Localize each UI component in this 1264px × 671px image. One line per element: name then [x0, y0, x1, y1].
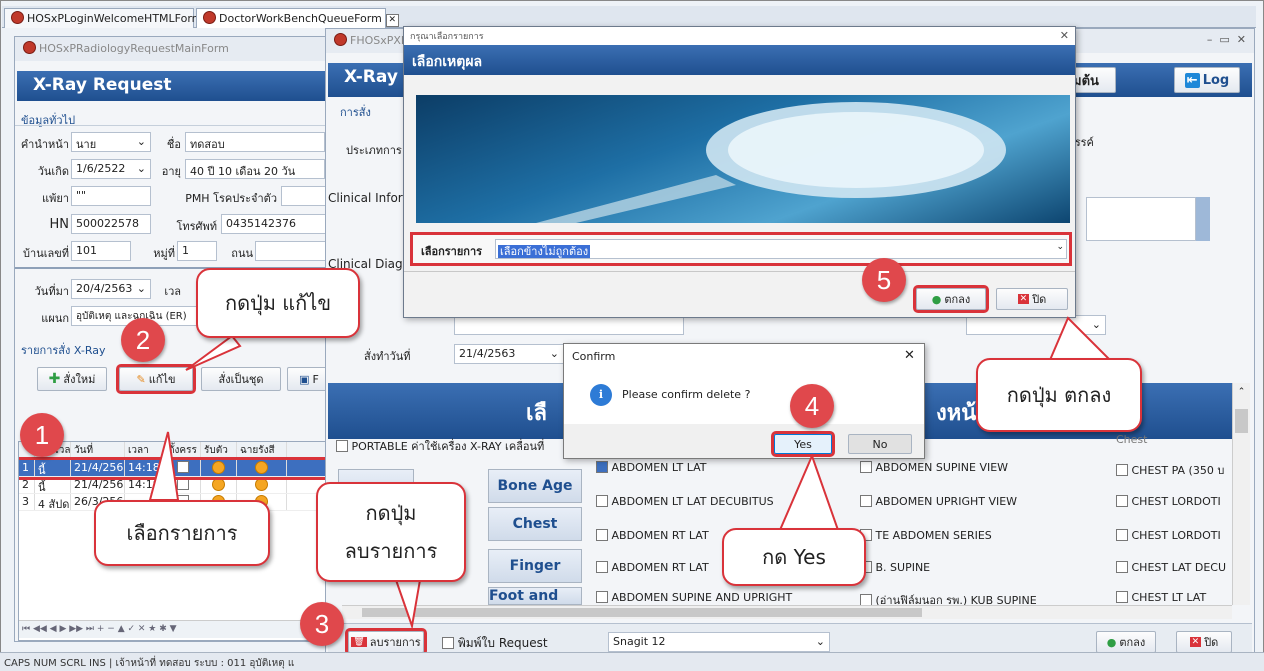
pointer-yes — [778, 453, 840, 531]
pointer-edit — [185, 334, 242, 371]
step-number-2: 2 — [121, 318, 165, 362]
callout-select-row: เลือกรายการ — [94, 500, 270, 566]
pointer-delete — [394, 579, 422, 630]
step-number-5: 5 — [862, 258, 906, 302]
callout-edit: กดปุ่ม แก้ไข — [196, 268, 360, 338]
pointer-ok — [1048, 316, 1113, 361]
callout-pointers — [148, 316, 1113, 630]
callout-delete: กดปุ่ม ลบรายการ — [316, 482, 466, 582]
status-bar: CAPS NUM SCRL INS | เจ้าหน้าที่ ทดสอบ ระ… — [0, 652, 1264, 671]
pointer-select-row — [148, 431, 180, 501]
step-number-1: 1 — [20, 413, 64, 457]
step-number-3: 3 — [300, 602, 344, 646]
callout-yes: กด Yes — [722, 528, 866, 586]
callout-ok: กดปุ่ม ตกลง — [976, 358, 1142, 432]
step-number-4: 4 — [790, 384, 834, 428]
